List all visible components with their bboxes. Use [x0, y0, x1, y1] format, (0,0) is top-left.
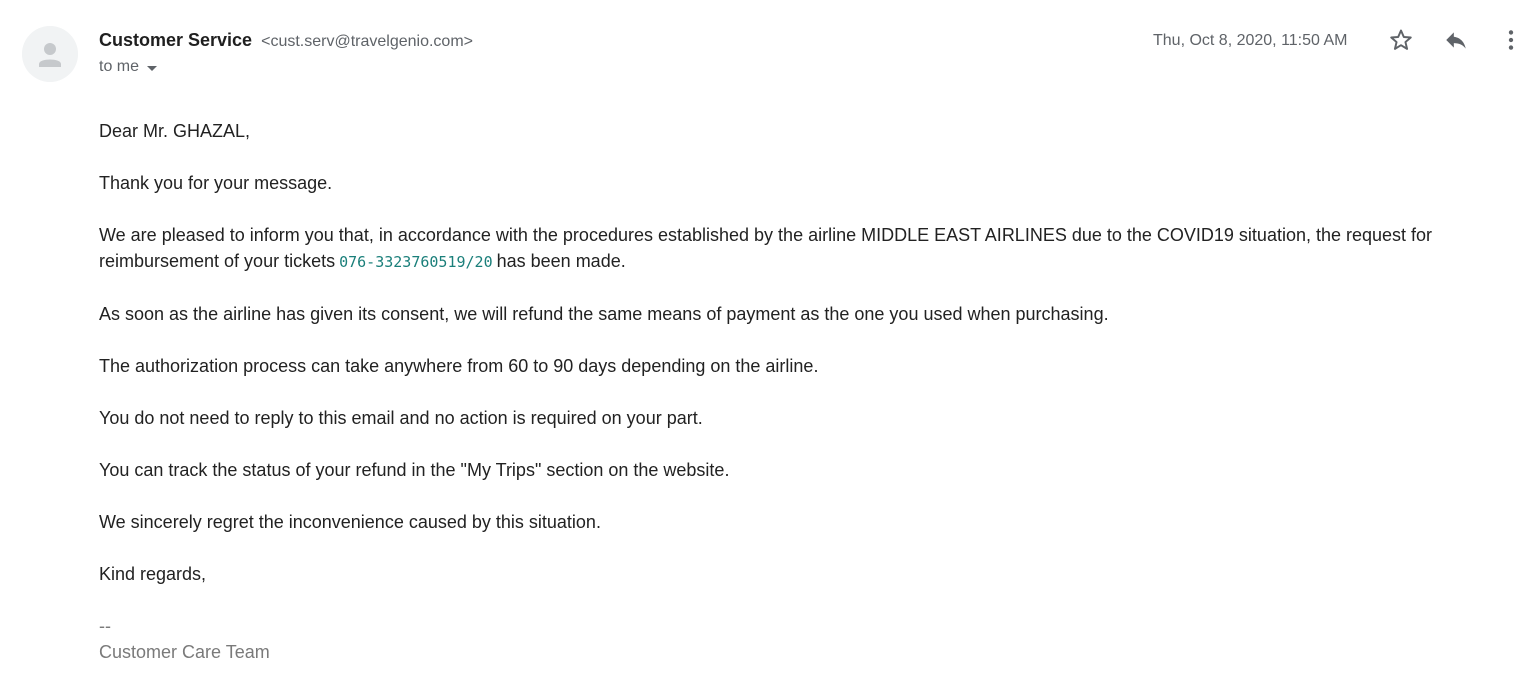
body-paragraph-3: As soon as the airline has given its con…: [99, 304, 1109, 324]
reply-button[interactable]: [1440, 24, 1472, 56]
sender-email: <cust.serv@travelgenio.com>: [261, 33, 473, 50]
sender-line: Customer Service <cust.serv@travelgenio.…: [99, 29, 473, 53]
body-paragraph-7: We sincerely regret the inconvenience ca…: [99, 512, 601, 532]
recipient-dropdown[interactable]: to me: [99, 57, 158, 77]
body-paragraph-2: We are pleased to inform you that, in ac…: [99, 222, 1459, 275]
signature-separator: --: [99, 616, 111, 636]
more-options-button[interactable]: [1495, 24, 1527, 56]
body-paragraph-1: Thank you for your message.: [99, 173, 333, 193]
body-paragraph-4: The authorization process can take anywh…: [99, 356, 819, 376]
chevron-down-icon[interactable]: [147, 65, 158, 71]
greeting: Dear Mr. GHAZAL,: [99, 121, 251, 141]
reply-icon: [1446, 32, 1466, 49]
ticket-number: 076-3323760519/20: [339, 253, 493, 271]
email-timestamp: Thu, Oct 8, 2020, 11:50 AM: [1153, 32, 1348, 49]
star-button[interactable]: [1385, 24, 1417, 56]
closing: Kind regards,: [99, 564, 207, 584]
sender-avatar[interactable]: [22, 26, 78, 82]
paragraph-2-end: has been made.: [496, 251, 626, 271]
body-paragraph-6: You can track the status of your refund …: [99, 460, 730, 480]
email-message: Customer Service <cust.serv@travelgenio.…: [0, 0, 1538, 681]
email-body: Dear Mr. GHAZAL, Thank you for your mess…: [99, 118, 1459, 665]
sender-name[interactable]: Customer Service: [99, 30, 252, 50]
body-paragraph-5: You do not need to reply to this email a…: [99, 408, 703, 428]
recipient-label: to me: [99, 58, 140, 75]
more-vert-icon: [1508, 30, 1514, 50]
star-icon: [1390, 29, 1412, 50]
signature-team: Customer Care Team: [99, 642, 270, 662]
paragraph-2-text: We are pleased to inform you that, in ac…: [99, 225, 1433, 271]
person-avatar-icon: [22, 26, 78, 82]
